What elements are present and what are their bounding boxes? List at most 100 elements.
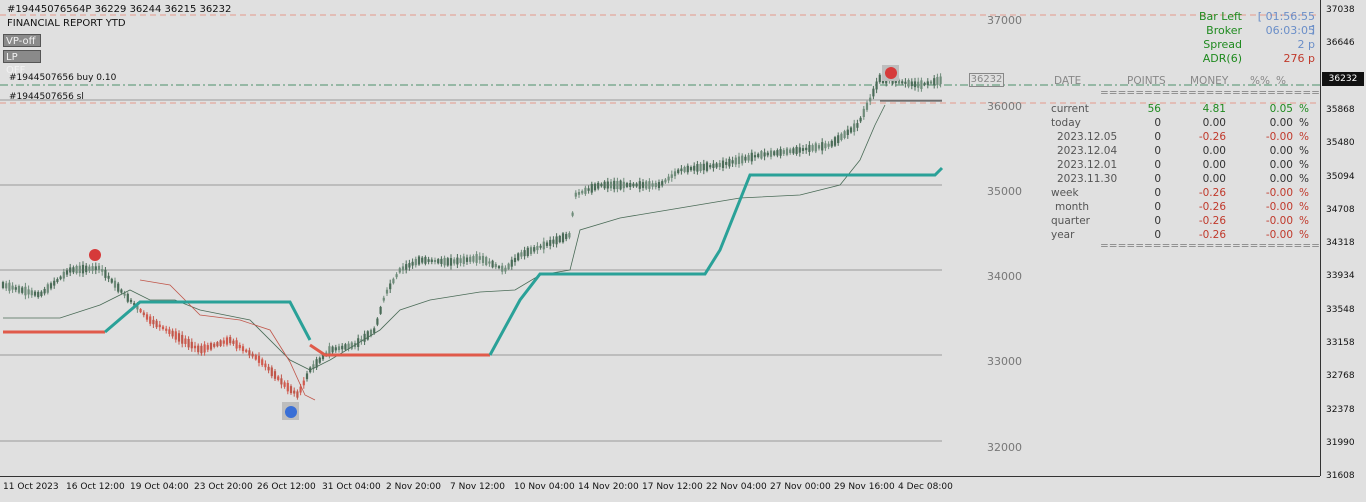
candle-body xyxy=(779,149,782,156)
candle-body xyxy=(939,76,942,85)
chart-area[interactable]: #19445076564P 36229 36244 36215 36232 FI… xyxy=(0,0,1320,476)
table-row-pct: 0.00 xyxy=(1269,145,1293,157)
vp-toggle-button[interactable]: VP-off xyxy=(3,34,41,47)
table-row-pct-sign: % xyxy=(1299,173,1309,185)
candle-body xyxy=(5,283,8,289)
price-tick: 33934 xyxy=(1326,271,1355,282)
candle-body xyxy=(875,81,878,90)
candle-body xyxy=(843,131,846,138)
candle-body xyxy=(21,287,24,293)
candle-body xyxy=(837,135,840,144)
candle-body xyxy=(62,271,65,279)
lp-toggle-button[interactable]: LP OFF xyxy=(3,50,41,76)
time-tick: 27 Nov 00:00 xyxy=(770,482,831,492)
candle-body xyxy=(337,346,341,351)
candle-body xyxy=(158,324,161,328)
candle-body xyxy=(929,81,933,84)
table-separator: ===================================== xyxy=(1100,240,1320,252)
price-tick: 36646 xyxy=(1326,38,1355,49)
candle-body xyxy=(680,168,683,172)
stop-loss-label[interactable]: #1944507656 sl xyxy=(9,92,84,102)
candle-body xyxy=(373,328,376,333)
candle-body xyxy=(686,165,689,173)
table-row-pct-sign: % xyxy=(1299,103,1309,115)
candle-body xyxy=(789,149,792,153)
candle-body xyxy=(75,265,78,274)
time-axis[interactable]: 11 Oct 2023 16 Oct 12:00 19 Oct 04:00 23 Oc… xyxy=(0,476,1320,502)
candle-body xyxy=(673,171,677,177)
table-row-points: 0 xyxy=(1154,131,1161,143)
table-row-points: 56 xyxy=(1147,103,1161,115)
candle-body xyxy=(491,260,494,268)
candle-body xyxy=(254,354,257,360)
candle-body xyxy=(437,259,440,264)
candle-body xyxy=(597,182,600,189)
candle-body xyxy=(750,152,753,162)
candle-body xyxy=(264,363,267,368)
candle-body xyxy=(805,147,808,151)
candle-body xyxy=(593,183,597,191)
candle-body xyxy=(376,318,379,325)
candle-body xyxy=(587,188,590,191)
grid-label: 34000 xyxy=(987,270,1022,283)
candle-body xyxy=(913,81,917,88)
candle-body xyxy=(33,291,37,296)
candle-body xyxy=(824,143,827,149)
table-row-label: 2023.12.01 xyxy=(1057,159,1118,171)
info-key: Bar Left xyxy=(1198,10,1242,23)
candle-body xyxy=(827,143,830,147)
candle-body xyxy=(677,169,680,174)
candle-body xyxy=(712,163,715,169)
candle-body xyxy=(392,278,395,284)
candle-body xyxy=(878,74,881,83)
candle-body xyxy=(795,146,798,154)
candle-body xyxy=(430,259,433,263)
candle-body xyxy=(545,242,549,246)
candle-body xyxy=(926,81,929,86)
price-tag-box[interactable]: 36232 xyxy=(969,73,1004,87)
candle-body xyxy=(69,267,72,273)
table-row-label: 2023.12.04 xyxy=(1057,145,1118,157)
candle-body xyxy=(190,341,193,349)
candle-body xyxy=(49,283,53,289)
table-row-points: 0 xyxy=(1154,201,1161,213)
candle-body xyxy=(609,181,613,189)
candle-body xyxy=(59,276,62,280)
buy-order-label[interactable]: #1944507656 buy 0.10 xyxy=(9,73,116,83)
candle-body xyxy=(261,359,264,366)
candle-body xyxy=(344,344,347,350)
candle-body xyxy=(811,145,814,151)
candle-body xyxy=(616,180,619,190)
candle-body xyxy=(427,259,430,262)
table-row-label: quarter xyxy=(1051,215,1090,227)
price-tick: 35094 xyxy=(1326,171,1355,182)
candle-body xyxy=(155,320,158,328)
candle-body xyxy=(696,164,699,172)
table-row-label: year xyxy=(1051,229,1075,241)
info-value: 276 p xyxy=(1283,52,1315,65)
table-row-label: current xyxy=(1051,103,1089,115)
candle-body xyxy=(91,266,94,271)
table-row-points: 0 xyxy=(1154,145,1161,157)
candle-body xyxy=(334,347,337,351)
candle-body xyxy=(481,255,485,263)
price-tick: 32378 xyxy=(1326,404,1355,415)
candle-body xyxy=(725,161,728,165)
candle-body xyxy=(341,345,344,350)
candle-body xyxy=(737,156,741,164)
time-tick: 10 Nov 04:00 xyxy=(514,482,575,492)
candle-body xyxy=(507,263,510,270)
candle-body xyxy=(904,81,907,84)
candle-body xyxy=(165,328,168,331)
candle-body xyxy=(654,182,657,188)
table-row-money: 4.81 xyxy=(1202,103,1226,115)
candle-body xyxy=(465,257,469,262)
candle-body xyxy=(731,160,734,164)
candle-body xyxy=(229,337,232,344)
candle-body xyxy=(302,380,305,386)
table-row-money: 0.00 xyxy=(1202,173,1226,185)
price-tick: 32768 xyxy=(1326,371,1355,382)
candle-body xyxy=(862,108,865,117)
candle-body xyxy=(1,282,5,288)
candle-body xyxy=(520,252,523,257)
